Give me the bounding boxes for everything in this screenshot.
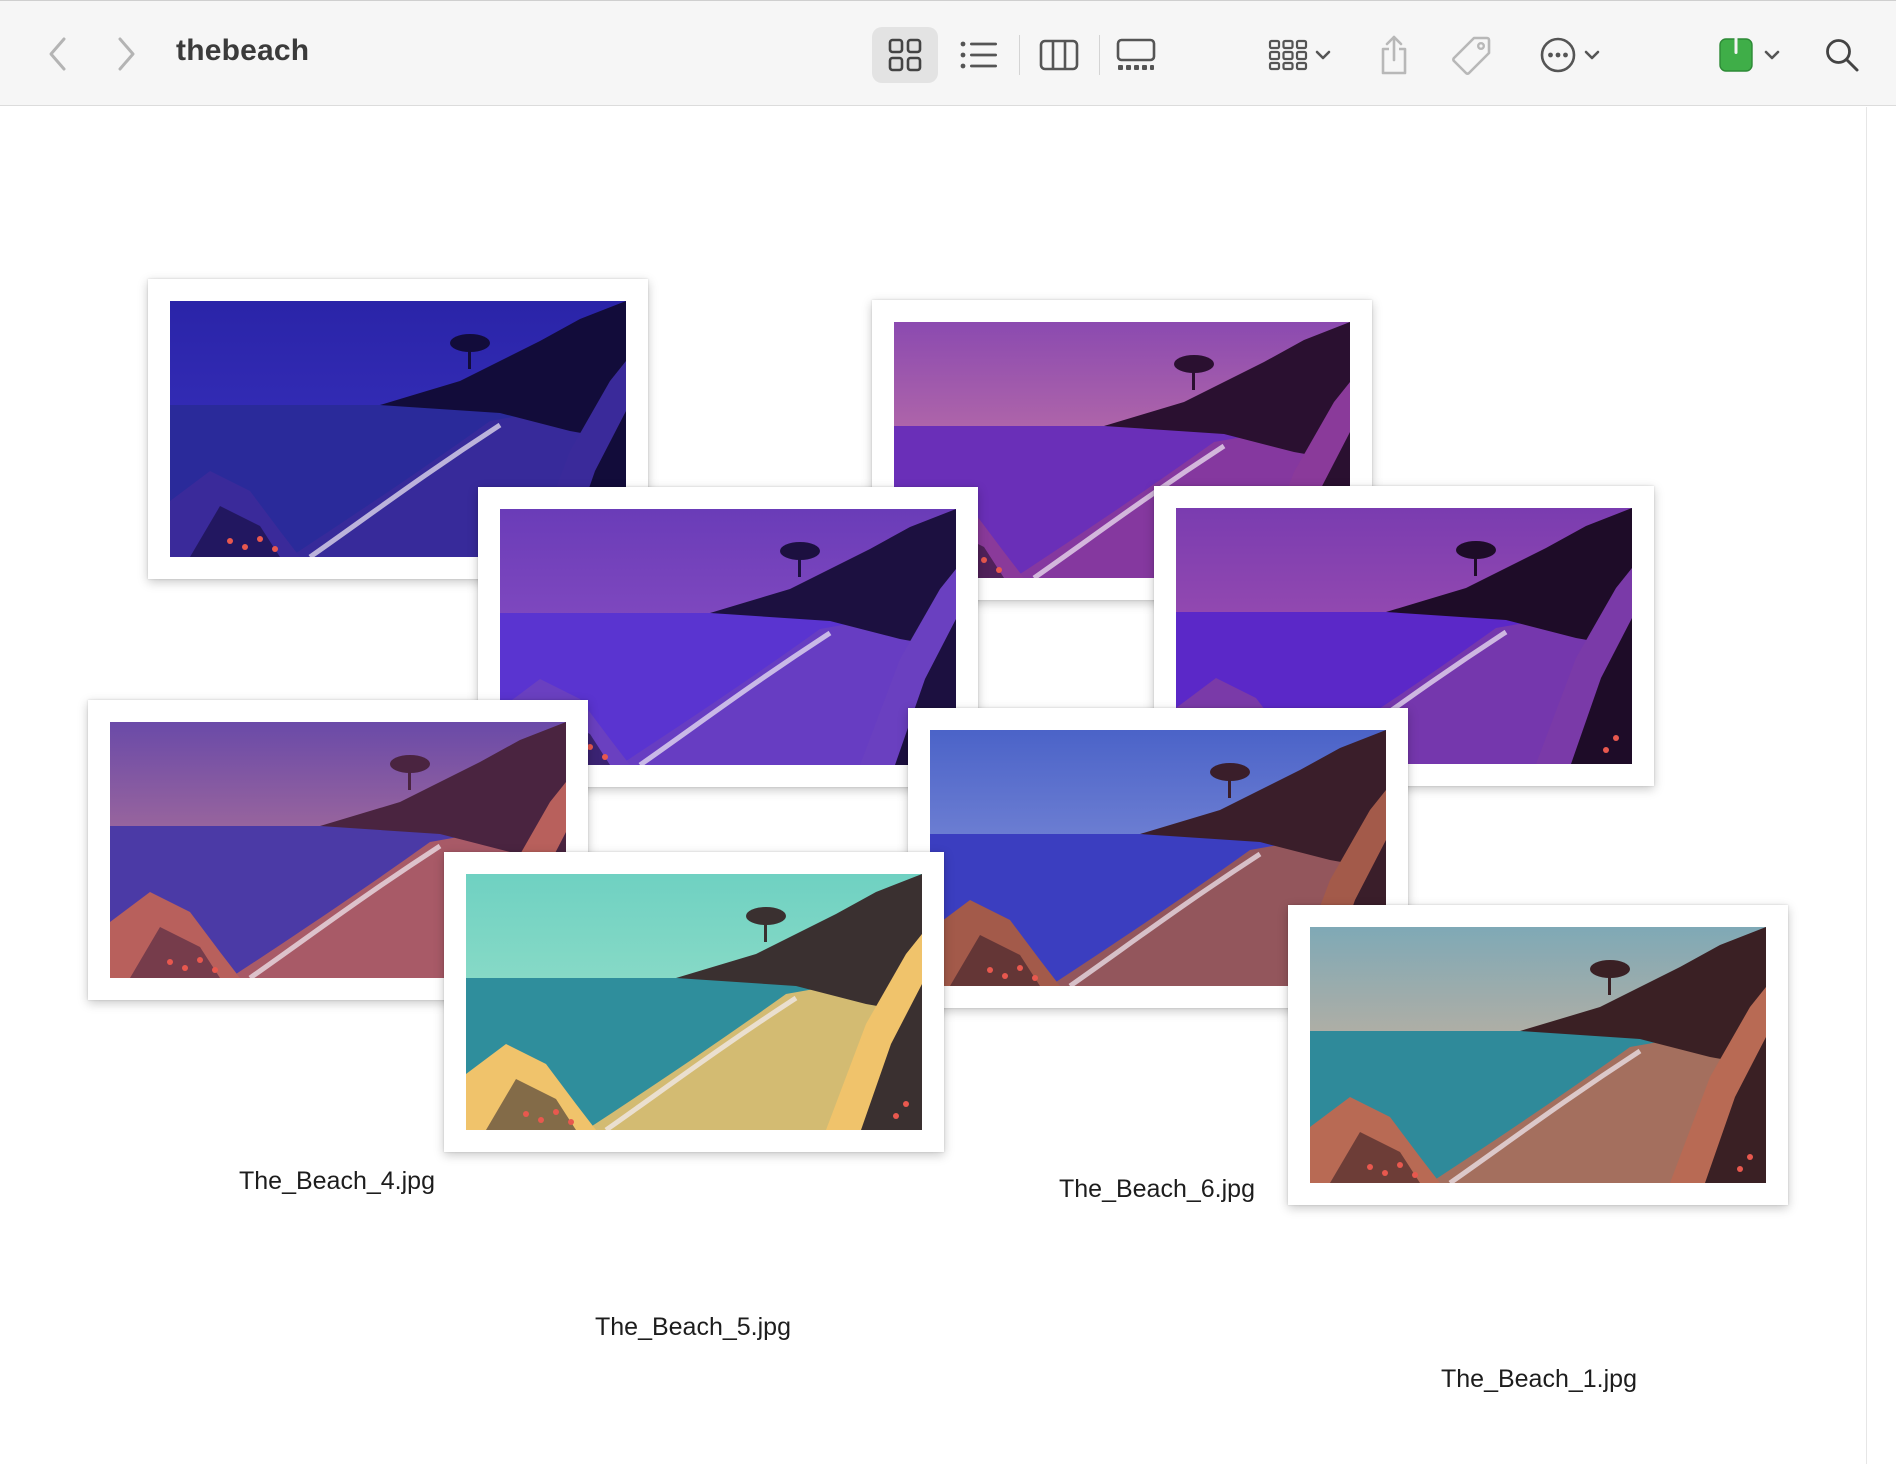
back-button[interactable]	[38, 31, 78, 77]
chevron-down-icon	[1764, 50, 1780, 60]
gallery-view-button[interactable]	[1108, 29, 1164, 81]
beach-image	[1310, 927, 1766, 1183]
more-actions-button[interactable]	[1530, 29, 1610, 81]
ellipsis-circle-icon	[1540, 37, 1576, 73]
file-name-label[interactable]: The_Beach_5.jpg	[595, 1313, 791, 1342]
tags-button[interactable]	[1446, 27, 1496, 83]
share-icon	[1381, 35, 1407, 75]
toolbar: thebeach	[0, 0, 1896, 106]
window-edge	[1866, 107, 1896, 1464]
file-name-label[interactable]: The_Beach_1.jpg	[1441, 1365, 1637, 1394]
list-view-button[interactable]	[952, 29, 1006, 81]
group-by-icon	[1268, 39, 1308, 71]
finder-window: thebeach The_Beach_4.jpg The_Beach_5.jpg…	[0, 0, 1896, 1464]
file-name-label[interactable]: The_Beach_6.jpg	[1059, 1175, 1255, 1204]
chevron-down-icon	[1584, 50, 1600, 60]
green-app-icon	[1719, 37, 1753, 72]
search-icon	[1826, 39, 1859, 72]
chevron-left-icon	[49, 37, 66, 71]
group-by-button[interactable]	[1262, 29, 1338, 81]
list-view-icon	[960, 41, 997, 69]
beach-image	[466, 874, 922, 1130]
icon-view-button[interactable]	[872, 27, 938, 83]
file-browser-content[interactable]: The_Beach_4.jpg The_Beach_5.jpg The_Beac…	[0, 107, 1866, 1464]
toolbar-divider	[1019, 35, 1020, 75]
chevron-down-icon	[1315, 50, 1331, 60]
search-button[interactable]	[1818, 29, 1866, 81]
column-view-icon	[1039, 39, 1079, 71]
tag-icon	[1452, 36, 1491, 75]
app-extension-button[interactable]	[1710, 29, 1790, 81]
grid-view-icon	[888, 38, 922, 72]
gallery-view-icon	[1116, 38, 1156, 70]
file-name-label[interactable]: The_Beach_4.jpg	[239, 1167, 435, 1196]
toolbar-divider	[1099, 35, 1100, 75]
column-view-button[interactable]	[1032, 29, 1086, 81]
share-button[interactable]	[1372, 27, 1416, 83]
file-thumbnail[interactable]	[1288, 905, 1788, 1205]
folder-title: thebeach	[176, 34, 310, 67]
chevron-right-icon	[118, 37, 135, 71]
file-thumbnail[interactable]	[444, 852, 944, 1152]
forward-button[interactable]	[106, 31, 146, 77]
